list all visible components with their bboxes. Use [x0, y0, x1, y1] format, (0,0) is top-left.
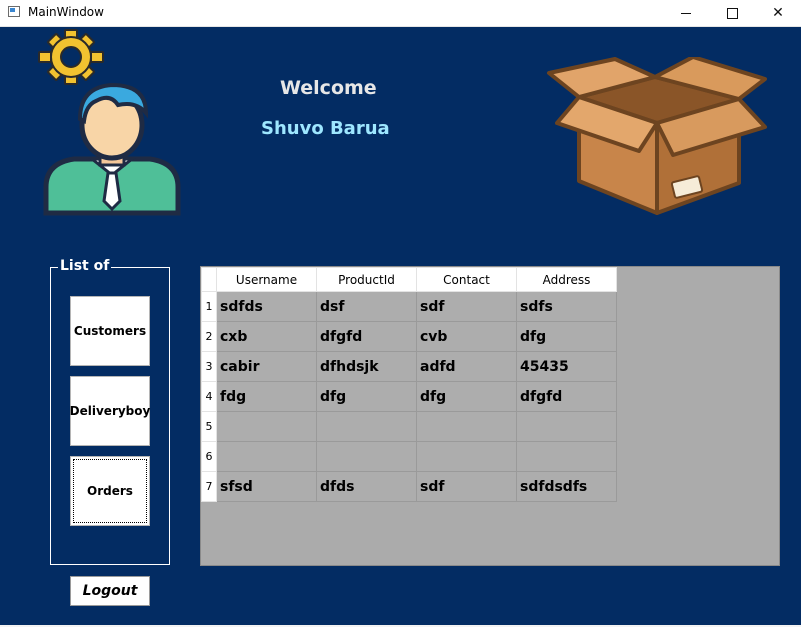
app-window-icon [8, 6, 20, 17]
table-row[interactable]: 4 fdg dfg dfg dfgfd [201, 381, 617, 412]
package-box-icon [547, 57, 767, 215]
table-row[interactable]: 1 sdfds dsf sdf sdfs [201, 291, 617, 322]
table-cell[interactable] [216, 411, 317, 442]
orders-table: Username ProductId Contact Address 1 sdf… [201, 267, 617, 502]
close-icon: ✕ [772, 5, 784, 21]
table-cell[interactable]: dsf [316, 291, 417, 322]
table-row[interactable]: 2 cxb dfgfd cvb dfg [201, 321, 617, 352]
welcome-label: Welcome [280, 77, 377, 99]
table-cell[interactable] [216, 441, 317, 472]
title-bar: MainWindow ✕ [0, 0, 801, 27]
orders-data-grid[interactable]: Username ProductId Contact Address 1 sdf… [200, 266, 780, 566]
deliveryboy-button[interactable]: Deliveryboy [70, 376, 150, 446]
row-header[interactable]: 2 [201, 321, 217, 352]
row-header[interactable]: 4 [201, 381, 217, 412]
table-cell[interactable]: cabir [216, 351, 317, 382]
table-cell[interactable]: 45435 [516, 351, 617, 382]
main-panel: Welcome Shuvo Barua List of Customers De… [0, 27, 801, 625]
table-cell[interactable]: dfg [316, 381, 417, 412]
table-header-row: Username ProductId Contact Address [201, 267, 617, 292]
table-cell[interactable]: dfds [316, 471, 417, 502]
column-header-username[interactable]: Username [216, 267, 317, 292]
table-cell[interactable]: cxb [216, 321, 317, 352]
table-cell[interactable]: dfgfd [516, 381, 617, 412]
table-cell[interactable] [516, 441, 617, 472]
table-row[interactable]: 6 [201, 441, 617, 472]
table-cell[interactable] [516, 411, 617, 442]
table-cell[interactable] [416, 411, 517, 442]
customers-button[interactable]: Customers [70, 296, 150, 366]
table-cell[interactable]: sdfs [516, 291, 617, 322]
row-header[interactable]: 7 [201, 471, 217, 502]
table-cell[interactable]: sdf [416, 291, 517, 322]
username-label: Shuvo Barua [261, 118, 390, 139]
table-cell[interactable]: sdf [416, 471, 517, 502]
row-header[interactable]: 6 [201, 441, 217, 472]
column-header-contact[interactable]: Contact [416, 267, 517, 292]
row-header[interactable]: 3 [201, 351, 217, 382]
maximize-icon [726, 7, 738, 19]
logout-button[interactable]: Logout [70, 576, 150, 606]
minimize-icon [681, 12, 691, 14]
list-of-label: List of [58, 258, 112, 274]
table-cell[interactable]: sfsd [216, 471, 317, 502]
orders-button[interactable]: Orders [70, 456, 150, 526]
table-cell[interactable]: sdfdsdfs [516, 471, 617, 502]
table-cell[interactable]: adfd [416, 351, 517, 382]
table-cell[interactable]: dfg [516, 321, 617, 352]
table-cell[interactable]: dfg [416, 381, 517, 412]
table-row[interactable]: 3 cabir dfhdsjk adfd 45435 [201, 351, 617, 382]
table-cell[interactable]: fdg [216, 381, 317, 412]
row-header[interactable]: 1 [201, 291, 217, 322]
table-cell[interactable]: dfhdsjk [316, 351, 417, 382]
table-cell[interactable] [316, 441, 417, 472]
user-avatar-icon [43, 82, 181, 216]
minimize-button[interactable] [663, 0, 709, 26]
close-button[interactable]: ✕ [755, 0, 801, 26]
table-cell[interactable]: sdfds [216, 291, 317, 322]
table-cell[interactable]: cvb [416, 321, 517, 352]
table-cell[interactable] [316, 411, 417, 442]
maximize-button[interactable] [709, 0, 755, 26]
table-cell[interactable] [416, 441, 517, 472]
column-header-address[interactable]: Address [516, 267, 617, 292]
column-header-productid[interactable]: ProductId [316, 267, 417, 292]
select-all-corner[interactable] [201, 267, 217, 292]
row-header[interactable]: 5 [201, 411, 217, 442]
window-title: MainWindow [28, 5, 104, 19]
table-row[interactable]: 7 sfsd dfds sdf sdfdsdfs [201, 471, 617, 502]
gear-icon [38, 29, 104, 85]
table-row[interactable]: 5 [201, 411, 617, 442]
table-cell[interactable]: dfgfd [316, 321, 417, 352]
